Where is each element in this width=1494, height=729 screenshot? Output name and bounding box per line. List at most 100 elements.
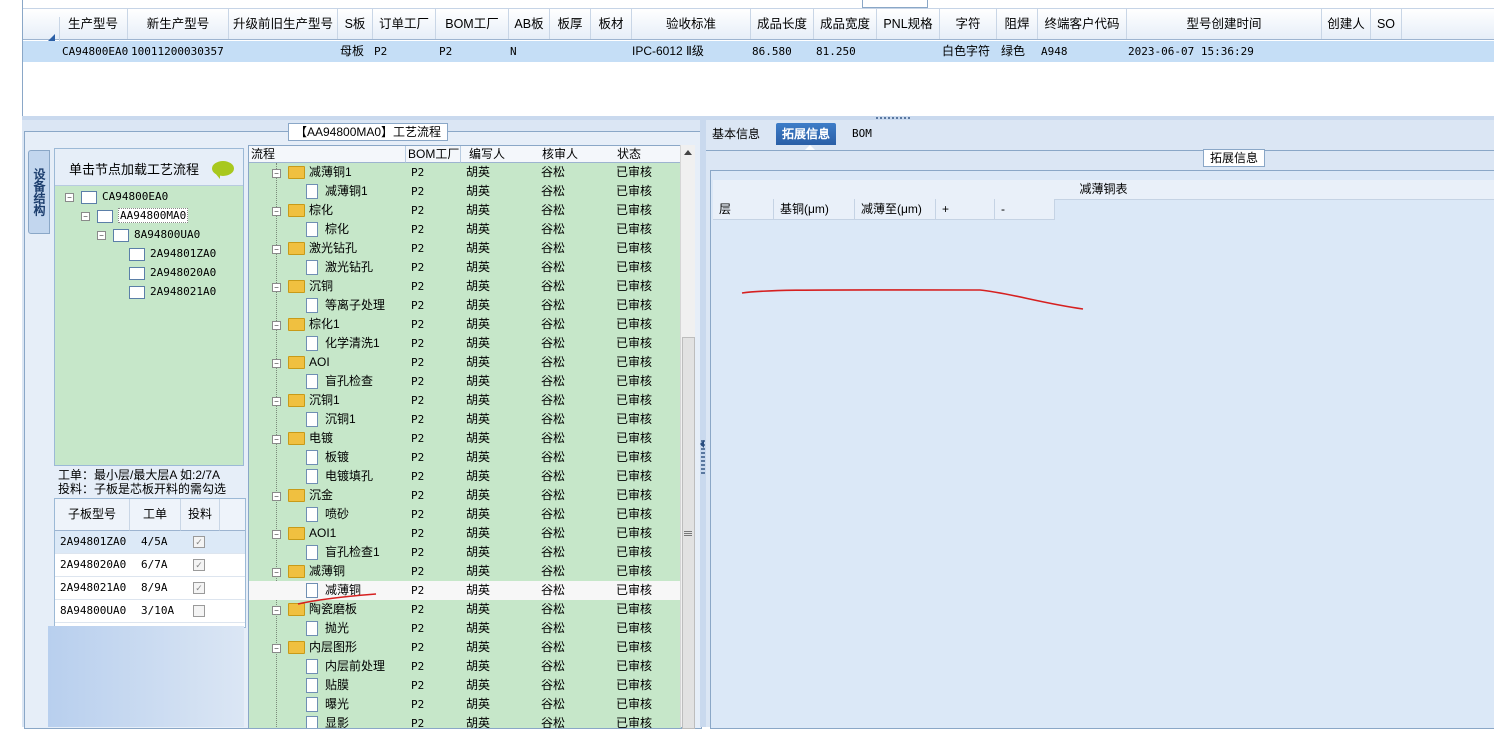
flow-row[interactable]: − 激光钻孔 P2 胡英 谷松 已审核 xyxy=(249,239,681,258)
col-standard[interactable]: 验收标准 xyxy=(632,9,751,39)
flow-row[interactable]: − 沉铜 P2 胡英 谷松 已审核 xyxy=(249,277,681,296)
flow-row[interactable]: 喷砂 P2 胡英 谷松 已审核 xyxy=(249,505,681,524)
tree-expand-icon[interactable]: − xyxy=(272,530,281,539)
flow-scrollbar[interactable] xyxy=(680,145,695,729)
flow-row[interactable]: 减薄铜1 P2 胡英 谷松 已审核 xyxy=(249,182,681,201)
tree-expand-icon[interactable]: − xyxy=(272,397,281,406)
flow-row[interactable]: 内层前处理 P2 胡英 谷松 已审核 xyxy=(249,657,681,676)
table-row[interactable]: 8A94800UA0 3/10A xyxy=(55,600,245,623)
flow-row[interactable]: 棕化 P2 胡英 谷松 已审核 xyxy=(249,220,681,239)
col-flow[interactable]: 流程 xyxy=(249,146,406,163)
flow-row[interactable]: 贴膜 P2 胡英 谷松 已审核 xyxy=(249,676,681,695)
tree-node-root[interactable]: CA94800EA0 xyxy=(81,189,168,205)
col-order-factory[interactable]: 订单工厂 xyxy=(373,9,436,39)
model-row[interactable]: CA94800EA0 10011200030357 母板 P2 P2 N IPC… xyxy=(23,41,1494,62)
col-reviewer[interactable]: 核审人 xyxy=(534,146,615,163)
tree-expand-icon[interactable]: − xyxy=(272,169,281,178)
col-mask[interactable]: 阻焊 xyxy=(997,9,1038,39)
flow-row[interactable]: − 减薄铜1 P2 胡英 谷松 已审核 xyxy=(249,163,681,182)
col-s-board[interactable]: S板 xyxy=(338,9,373,39)
col-new-model[interactable]: 新生产型号 xyxy=(128,9,229,39)
flow-row[interactable]: − 陶瓷磨板 P2 胡英 谷松 已审核 xyxy=(249,600,681,619)
col-customer[interactable]: 终端客户代码 xyxy=(1038,9,1127,39)
tree-expand-icon[interactable]: − xyxy=(272,359,281,368)
tree-node[interactable]: 8A94800UA0 xyxy=(113,227,200,243)
remove-row-button[interactable]: - xyxy=(995,199,1055,220)
tree-expand-icon[interactable]: − xyxy=(272,321,281,330)
flow-row[interactable]: − 棕化1 P2 胡英 谷松 已审核 xyxy=(249,315,681,334)
add-row-button[interactable]: + xyxy=(936,199,995,220)
collapse-arrow-icon[interactable] xyxy=(700,440,704,448)
feed-checkbox[interactable] xyxy=(193,605,205,617)
tree-expand-icon[interactable]: − xyxy=(272,283,281,292)
tab-bom[interactable]: BOM xyxy=(846,123,878,145)
flow-row[interactable]: 沉铜1 P2 胡英 谷松 已审核 xyxy=(249,410,681,429)
table-row[interactable]: 2A948020A0 6/7A ✓ xyxy=(55,554,245,577)
col-pnl[interactable]: PNL规格 xyxy=(877,9,940,39)
flow-row[interactable]: − 沉铜1 P2 胡英 谷松 已审核 xyxy=(249,391,681,410)
tree-node-selected[interactable]: AA94800MA0 xyxy=(97,208,189,224)
col-char[interactable]: 字符 xyxy=(940,9,997,39)
col-material[interactable]: 板材 xyxy=(591,9,632,39)
col-created[interactable]: 型号创建时间 xyxy=(1127,9,1322,39)
col-bom-factory[interactable]: BOM工厂 xyxy=(406,146,461,163)
col-base-copper[interactable]: 基铜(μm) xyxy=(774,199,855,220)
tree-expand-icon[interactable]: − xyxy=(272,606,281,615)
col-length[interactable]: 成品长度 xyxy=(751,9,814,39)
col-status[interactable]: 状态 xyxy=(609,146,681,163)
flow-row[interactable]: 板镀 P2 胡英 谷松 已审核 xyxy=(249,448,681,467)
feed-checkbox[interactable]: ✓ xyxy=(193,582,205,594)
flow-row[interactable]: 化学清洗1 P2 胡英 谷松 已审核 xyxy=(249,334,681,353)
scroll-up-icon[interactable] xyxy=(684,150,692,155)
tree-expand-icon[interactable]: − xyxy=(65,193,74,202)
flow-row[interactable]: 减薄铜 P2 胡英 谷松 已审核 xyxy=(249,581,681,600)
tree-expand-icon[interactable]: − xyxy=(272,435,281,444)
flow-row[interactable]: 抛光 P2 胡英 谷松 已审核 xyxy=(249,619,681,638)
tree-expand-icon[interactable]: − xyxy=(272,245,281,254)
col-width[interactable]: 成品宽度 xyxy=(814,9,877,39)
top-button-stub[interactable] xyxy=(862,0,928,8)
flow-row[interactable]: 盲孔检查 P2 胡英 谷松 已审核 xyxy=(249,372,681,391)
tab-basic-info[interactable]: 基本信息 xyxy=(706,123,766,145)
flow-row[interactable]: 电镀填孔 P2 胡英 谷松 已审核 xyxy=(249,467,681,486)
flow-row[interactable]: − 减薄铜 P2 胡英 谷松 已审核 xyxy=(249,562,681,581)
col-so[interactable]: SO xyxy=(1371,9,1402,39)
col-ab-board[interactable]: AB板 xyxy=(509,9,550,39)
table-row[interactable]: 2A94801ZA0 4/5A ✓ xyxy=(55,531,245,554)
flow-row[interactable]: − AOI P2 胡英 谷松 已审核 xyxy=(249,353,681,372)
tree-expand-icon[interactable]: − xyxy=(81,212,90,221)
tree-expand-icon[interactable]: − xyxy=(97,231,106,240)
tree-expand-icon[interactable]: − xyxy=(272,568,281,577)
flow-row[interactable]: 等离子处理 P2 胡英 谷松 已审核 xyxy=(249,296,681,315)
flow-row[interactable]: − 棕化 P2 胡英 谷松 已审核 xyxy=(249,201,681,220)
flow-row[interactable]: 盲孔检查1 P2 胡英 谷松 已审核 xyxy=(249,543,681,562)
feed-checkbox[interactable]: ✓ xyxy=(193,536,205,548)
tab-extended-info[interactable]: 拓展信息 xyxy=(776,123,837,145)
flow-row[interactable]: 激光钻孔 P2 胡英 谷松 已审核 xyxy=(249,258,681,277)
tree-node[interactable]: 2A94801ZA0 xyxy=(129,246,216,262)
col-sub-feed[interactable]: 投料 xyxy=(181,499,220,531)
col-sub-order[interactable]: 工单 xyxy=(130,499,181,531)
tree-node[interactable]: 2A948020A0 xyxy=(129,265,216,281)
col-thickness[interactable]: 板厚 xyxy=(550,9,591,39)
flow-row[interactable]: − 内层图形 P2 胡英 谷松 已审核 xyxy=(249,638,681,657)
col-old-model[interactable]: 升级前旧生产型号 xyxy=(229,9,338,39)
col-sub-model[interactable]: 子板型号 xyxy=(55,499,130,531)
table-row[interactable]: 2A948021A0 8/9A ✓ xyxy=(55,577,245,600)
flow-row[interactable]: − 沉金 P2 胡英 谷松 已审核 xyxy=(249,486,681,505)
flow-row[interactable]: − 电镀 P2 胡英 谷松 已审核 xyxy=(249,429,681,448)
tree-node[interactable]: 2A948021A0 xyxy=(129,284,216,300)
tree-expand-icon[interactable]: − xyxy=(272,492,281,501)
flow-row[interactable]: 曝光 P2 胡英 谷松 已审核 xyxy=(249,695,681,714)
col-bom-factory[interactable]: BOM工厂 xyxy=(436,9,509,39)
tab-equipment-structure[interactable]: 设备结构 xyxy=(28,150,50,234)
feed-checkbox[interactable]: ✓ xyxy=(193,559,205,571)
flow-row[interactable]: − AOI1 P2 胡英 谷松 已审核 xyxy=(249,524,681,543)
col-writer[interactable]: 编写人 xyxy=(461,146,540,163)
col-thin-to[interactable]: 减薄至(μm) xyxy=(855,199,936,220)
col-layer[interactable]: 层 xyxy=(713,199,774,220)
col-creator[interactable]: 创建人 xyxy=(1322,9,1371,39)
tree-expand-icon[interactable]: − xyxy=(272,207,281,216)
col-prod-model[interactable]: 生产型号 xyxy=(59,9,128,39)
tree-expand-icon[interactable]: − xyxy=(272,644,281,653)
